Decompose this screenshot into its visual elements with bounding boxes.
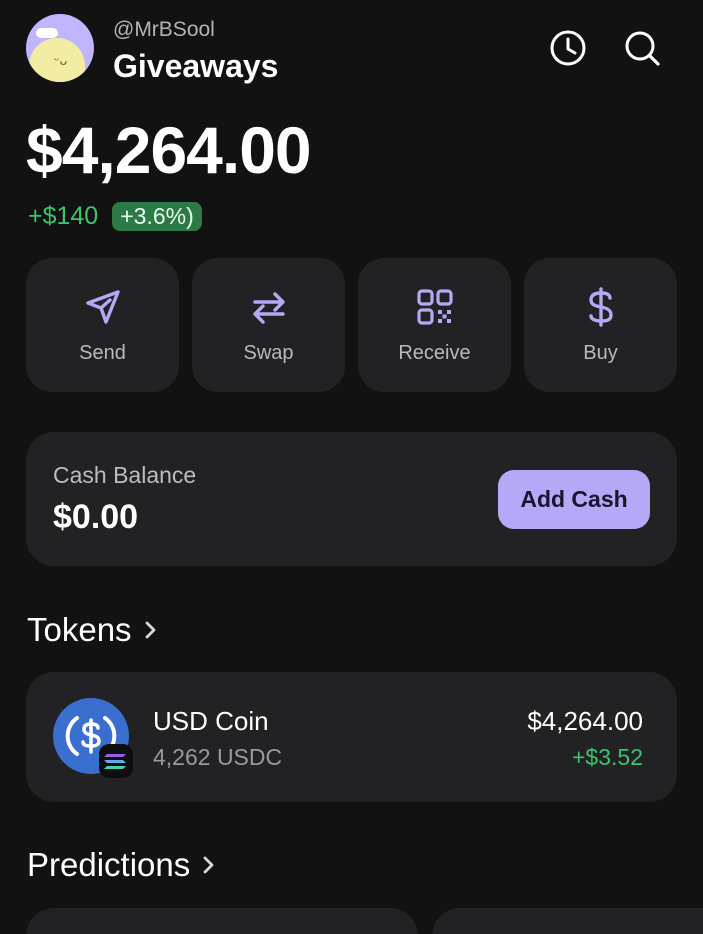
- token-value: $4,264.00: [527, 706, 643, 736]
- header: ᵕᴗ @MrBSool Giveaways: [26, 14, 676, 86]
- swap-label: Swap: [243, 342, 294, 364]
- prediction-card[interactable]: [432, 908, 703, 934]
- swap-button[interactable]: Swap: [192, 258, 345, 392]
- cash-balance-label: Cash Balance: [53, 462, 197, 488]
- dollar-icon: [589, 287, 613, 327]
- search-icon[interactable]: [622, 28, 662, 68]
- prediction-card[interactable]: [26, 908, 418, 934]
- change-percent-badge: +3.6%): [112, 201, 202, 231]
- chevron-right-icon: [203, 856, 214, 874]
- usdc-icon: [53, 698, 133, 778]
- buy-label: Buy: [583, 342, 618, 364]
- send-icon: [86, 290, 120, 324]
- receive-button[interactable]: Receive: [358, 258, 511, 392]
- avatar-cloud: [36, 28, 58, 38]
- receive-label: Receive: [398, 342, 471, 364]
- predictions-title: Predictions: [27, 846, 191, 883]
- send-button[interactable]: Send: [26, 258, 179, 392]
- tokens-section-header[interactable]: Tokens: [27, 611, 158, 649]
- add-cash-button[interactable]: Add Cash: [498, 470, 650, 529]
- cash-balance-value: $0.00: [53, 498, 139, 536]
- token-amount: 4,262 USDC: [153, 744, 283, 770]
- cash-balance-card: Cash Balance $0.00 Add Cash: [26, 432, 677, 566]
- portfolio-balance: $4,264.00: [26, 113, 312, 187]
- quick-actions: Send Swap Receive Buy: [26, 258, 677, 392]
- account-name[interactable]: Giveaways: [113, 48, 278, 85]
- token-change: +$3.52: [572, 744, 643, 770]
- avatar[interactable]: ᵕᴗ: [26, 14, 94, 82]
- predictions-section-header[interactable]: Predictions: [27, 846, 216, 884]
- tokens-title: Tokens: [27, 611, 132, 648]
- avatar-face: ᵕᴗ: [54, 54, 68, 69]
- send-label: Send: [79, 342, 126, 364]
- token-name: USD Coin: [153, 706, 269, 736]
- change-amount: +$140: [28, 201, 99, 230]
- buy-button[interactable]: Buy: [524, 258, 677, 392]
- account-handle[interactable]: @MrBSool: [113, 18, 215, 42]
- history-icon[interactable]: [548, 28, 588, 68]
- chevron-right-icon: [145, 621, 155, 639]
- portfolio-change: +$140 +3.6%): [28, 200, 202, 232]
- swap-icon: [253, 292, 285, 324]
- token-row[interactable]: USD Coin 4,262 USDC $4,264.00 +$3.52: [26, 672, 677, 802]
- qr-code-icon: [417, 289, 453, 325]
